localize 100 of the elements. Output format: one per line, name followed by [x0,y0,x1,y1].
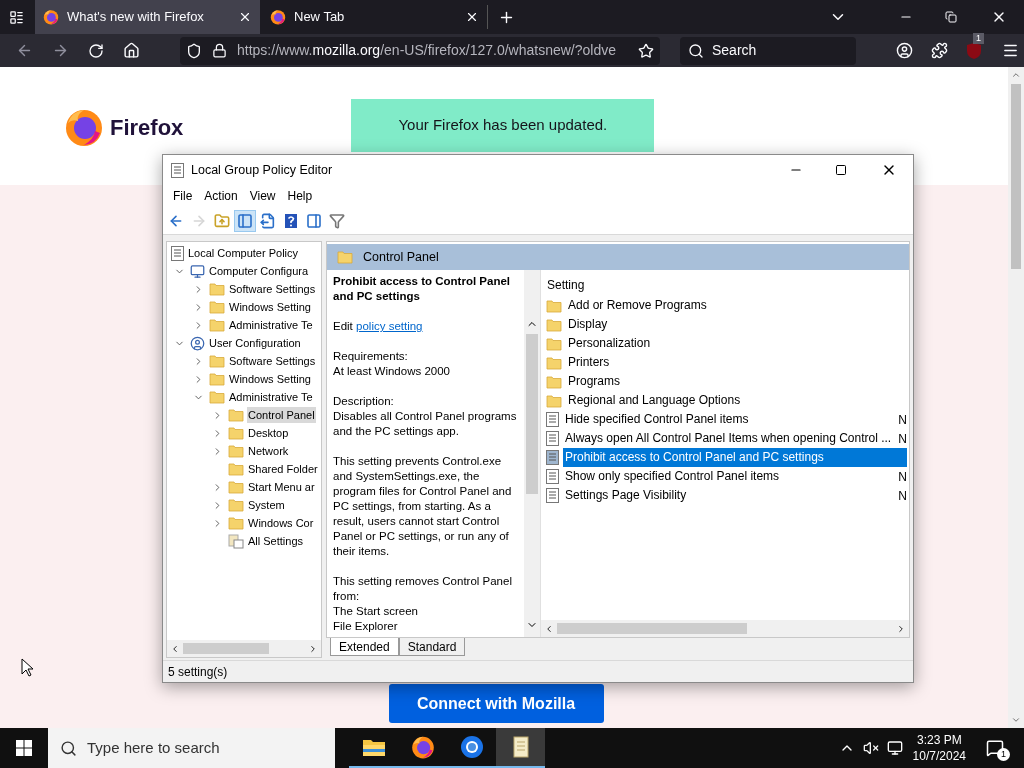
menu-item[interactable]: Action [198,187,244,205]
tree-item[interactable]: All Settings [247,532,305,550]
setting-name: Add or Remove Programs [567,297,708,314]
setting-row[interactable]: Personalization [545,334,909,353]
tree-item[interactable]: Windows Cor [247,514,315,532]
tree-item[interactable]: Desktop [247,424,290,442]
column-header[interactable]: Setting [545,275,585,294]
forward-icon[interactable] [52,42,69,59]
description-paragraph: Description: Disables all Control Panel programs and the PC settings app. [333,394,518,439]
update-toast: Your Firefox has been updated. [351,99,655,152]
tree-item[interactable]: Local Computer Policy [187,244,300,262]
menu-icon[interactable] [1002,42,1019,59]
user-icon [190,335,205,351]
scroll-up-icon[interactable] [1011,70,1021,80]
close-icon[interactable] [238,10,252,24]
folder-icon [337,250,353,264]
setting-row[interactable]: Programs [545,372,909,391]
tree-item[interactable]: Control Panel [247,406,316,424]
vertical-scrollbar[interactable] [524,270,540,637]
windows-logo-icon[interactable] [16,740,32,756]
taskbar-app[interactable] [496,728,545,768]
back-icon[interactable] [16,42,33,59]
setting-row[interactable]: Always open All Control Panel Items when opening Control ... N [545,429,909,448]
notifications-icon[interactable] [986,739,1004,757]
setting-row[interactable]: Printers [545,353,909,372]
url-text: https://www.mozilla.org/en-US/firefox/127.0/whatsnew/?oldve [237,41,617,60]
tab-list-icon[interactable] [9,9,24,25]
home-icon[interactable] [123,42,140,59]
document-icon [546,412,559,427]
tree-item[interactable]: System [247,496,286,514]
clock-time[interactable]: 3:23 PM [916,732,962,748]
edit-line: Edit policy setting [333,319,424,334]
tree-item[interactable]: User Configuration [208,334,302,352]
network-icon[interactable] [886,740,903,756]
scrollbar-thumb[interactable] [1011,84,1021,269]
setting-row[interactable]: Settings Page Visibility N [545,486,909,505]
reload-icon[interactable] [88,42,104,59]
scroll-right-icon[interactable] [308,643,318,654]
tree-item[interactable]: Windows Setting [228,370,312,388]
search-icon [688,42,704,59]
ring-icon [459,735,484,759]
folder-icon [361,737,386,757]
menu-item[interactable]: View [243,187,282,205]
tree-item[interactable]: Software Settings [228,280,317,298]
menu-item[interactable]: Help [281,187,319,205]
folder-icon [209,300,225,314]
clock-date[interactable]: 10/7/2024 [912,748,966,764]
description-paragraph: This setting removes Control Panel from: The Start screen File Explorer [333,574,513,634]
tree-item[interactable]: Start Menu ar [247,478,316,496]
account-icon[interactable] [896,42,913,59]
view-tab[interactable]: Extended [330,638,399,656]
setting-row[interactable]: Display [545,315,909,334]
close-icon[interactable] [465,10,479,24]
address-bar[interactable]: https://www.mozilla.org/en-US/firefox/127.0/whatsnew/?oldve [180,36,660,65]
folder-icon [228,426,244,440]
tab-title: New Tab [294,8,346,27]
document-icon [546,488,559,503]
setting-row[interactable]: Regional and Language Options [545,391,909,410]
folder-icon [228,480,244,494]
pane-header: Control Panel [363,248,439,266]
restore-icon[interactable] [945,11,957,23]
muted-speaker-icon[interactable] [862,740,879,756]
browser-tab[interactable]: What's new with Firefox [35,0,260,34]
setting-name: Display [567,316,609,333]
description-paragraph: This setting prevents Control.exe and SystemSettings.exe, the program files for Control Panel and PC settings, from starting. As a result, users cannot start Control Panel or PC settings, or run any of their items. [333,454,513,559]
menu-item[interactable]: File [167,187,199,205]
panel-icon[interactable] [234,209,256,232]
setting-row[interactable]: Add or Remove Programs [545,296,909,315]
folder-icon [228,516,244,530]
status-text: 5 setting(s) [167,663,228,681]
connect-button[interactable]: Connect with Mozilla [388,684,604,723]
mouse-pointer-icon [21,658,34,677]
scroll-left-icon[interactable] [170,643,180,654]
tree-item[interactable]: Shared Folder [247,460,319,478]
fox-logo-icon [43,9,59,25]
folder-icon [209,318,225,332]
browser-tab[interactable]: New Tab [262,0,487,34]
scroll-down-icon[interactable] [1011,715,1021,725]
page-scrollbar[interactable] [1008,67,1024,728]
scroll-right-icon[interactable] [896,623,906,634]
setting-row[interactable]: Show only specified Control Panel items N [545,467,909,486]
tree-item[interactable]: Administrative Te [228,316,314,334]
tree-item[interactable]: Computer Configura [208,262,310,280]
horizontal-scrollbar[interactable] [167,640,321,657]
taskbar-search-field[interactable]: Type here to search [48,728,335,768]
search-field[interactable]: Search [680,36,856,65]
tree-item[interactable]: Network [247,442,290,460]
folder-icon [546,355,562,370]
tree-item[interactable]: Software Settings [228,352,317,370]
scroll-left-icon[interactable] [544,623,554,634]
extensions-icon[interactable] [931,42,948,59]
bookmark-star-icon[interactable] [638,42,654,59]
setting-row[interactable]: Hide specified Control Panel items N [545,410,909,429]
policy-setting-link[interactable]: policy setting [356,320,423,332]
tree-item[interactable]: Administrative Te [228,388,314,406]
horizontal-scrollbar[interactable] [541,620,909,637]
view-tab[interactable]: Standard [398,638,466,656]
maximize-icon[interactable] [835,164,847,176]
setting-name: Printers [567,354,611,371]
tree-item[interactable]: Windows Setting [228,298,312,316]
